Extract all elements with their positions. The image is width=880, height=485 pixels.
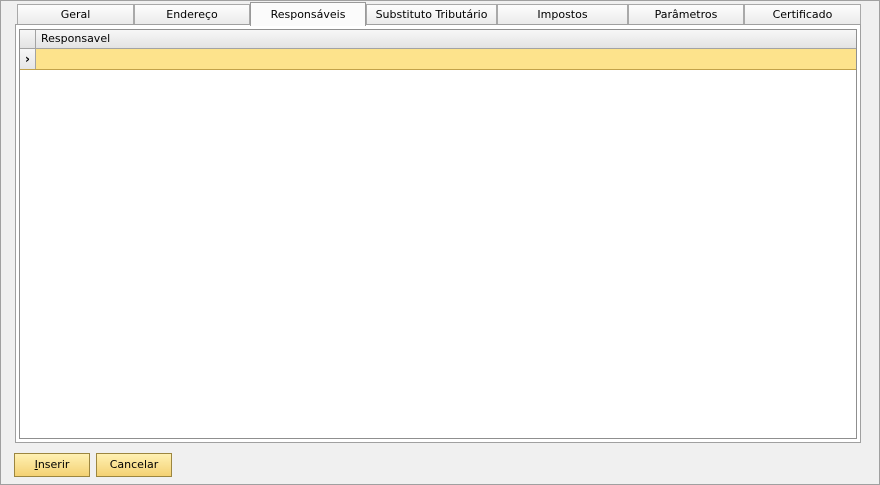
- tab-certificado[interactable]: Certificado: [744, 4, 861, 24]
- grid-corner: [20, 30, 36, 48]
- cancel-button[interactable]: Cancelar: [96, 453, 172, 477]
- column-header-responsavel[interactable]: Responsavel: [41, 30, 110, 48]
- cell-responsavel[interactable]: [36, 49, 856, 69]
- row-indicator-icon[interactable]: ›: [20, 49, 36, 69]
- tab-panel-responsaveis: Responsavel ›: [15, 24, 861, 443]
- dialog-window: Geral Endereço Responsáveis Substituto T…: [0, 0, 880, 485]
- grid-header: Responsavel: [20, 30, 856, 49]
- tab-impostos[interactable]: Impostos: [497, 4, 628, 24]
- insert-button[interactable]: Inserir: [14, 453, 90, 477]
- tab-bar: Geral Endereço Responsáveis Substituto T…: [17, 2, 861, 26]
- tab-endereco[interactable]: Endereço: [134, 4, 250, 24]
- tab-parametros[interactable]: Parâmetros: [628, 4, 744, 24]
- tab-substituto-tributario[interactable]: Substituto Tributário: [366, 4, 497, 24]
- responsaveis-grid[interactable]: Responsavel ›: [19, 29, 857, 439]
- tab-responsaveis[interactable]: Responsáveis: [250, 2, 366, 26]
- insert-label: nserir: [37, 458, 70, 471]
- tab-geral[interactable]: Geral: [17, 4, 134, 24]
- table-row[interactable]: ›: [20, 49, 856, 70]
